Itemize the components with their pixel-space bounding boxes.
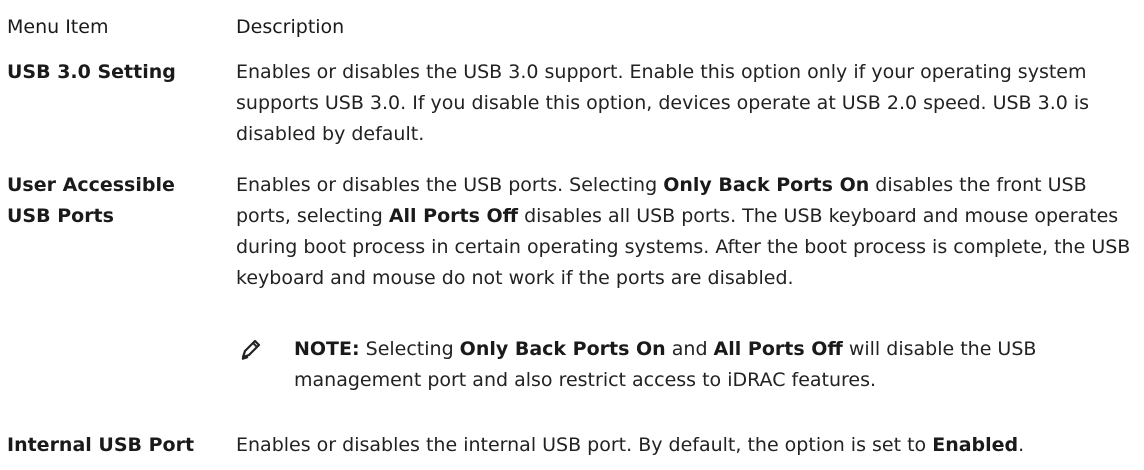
option-only-back-ports-on: Only Back Ports On [459, 338, 666, 360]
option-all-ports-off: All Ports Off [713, 338, 843, 360]
menu-item-internal-usb-port: Internal USB Port [7, 434, 195, 456]
menu-item-usb30-setting: USB 3.0 Setting [7, 61, 176, 83]
description-text: Enables or disables the USB 3.0 support.… [236, 61, 1090, 145]
description-internal-usb-port: Enables or disables the internal USB por… [236, 430, 1142, 461]
note-text-part: Selecting [359, 338, 460, 360]
option-all-ports-off: All Ports Off [388, 205, 519, 227]
description-user-accessible-usb-ports: Enables or disables the USB ports. Selec… [236, 170, 1142, 294]
note-label: NOTE: [294, 338, 360, 360]
note-pencil-icon [240, 338, 262, 360]
menu-item-column-header: Menu Item [7, 16, 109, 38]
description-column-header: Description [236, 16, 345, 38]
option-enabled: Enabled [932, 434, 1019, 456]
description-usb30-setting: Enables or disables the USB 3.0 support.… [236, 57, 1142, 150]
description-text: Enables or disables the USB ports. Selec… [236, 174, 664, 196]
note-text-part: and [665, 338, 714, 360]
option-only-back-ports-on: Only Back Ports On [663, 174, 870, 196]
description-text: . [1018, 434, 1025, 456]
menu-item-line: USB Ports [7, 205, 114, 227]
bios-settings-table: Menu Item Description USB 3.0 Setting En… [0, 0, 1144, 470]
note-text: NOTE: Selecting Only Back Ports On and A… [294, 334, 1142, 396]
menu-item-user-accessible-usb-ports: User Accessible USB Ports [7, 170, 227, 232]
table-header: Menu Item Description [0, 12, 1144, 42]
menu-item-line: User Accessible [7, 174, 175, 196]
description-text: Enables or disables the internal USB por… [236, 434, 933, 456]
